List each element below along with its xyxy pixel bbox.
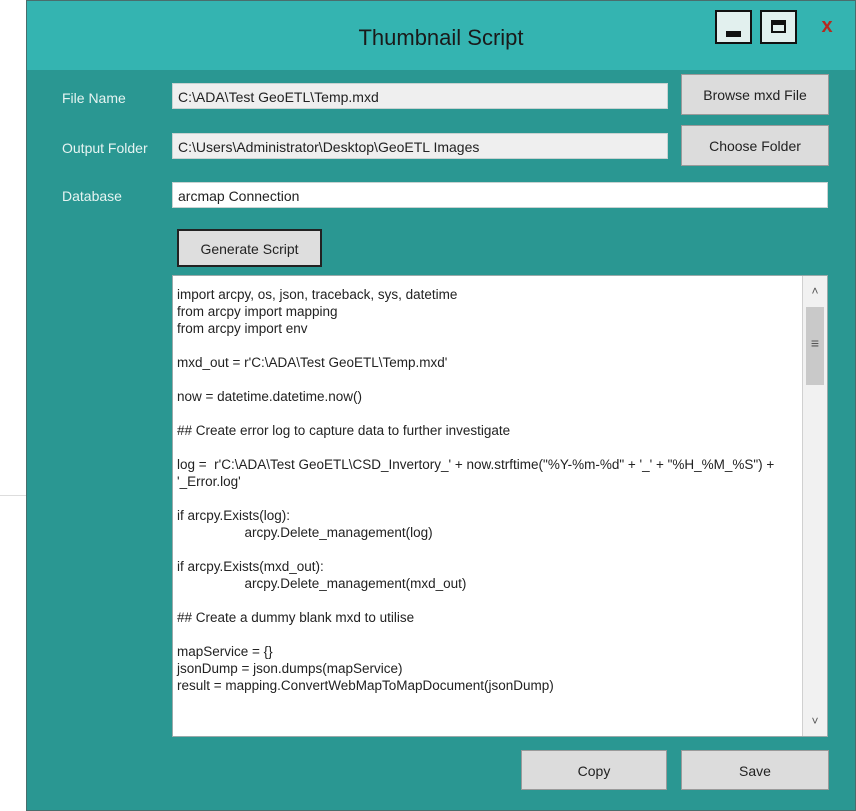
script-line bbox=[177, 626, 797, 643]
script-line bbox=[177, 541, 797, 558]
scroll-down-arrow-icon[interactable]: ˅ bbox=[803, 714, 827, 734]
generate-script-button[interactable]: Generate Script bbox=[177, 229, 322, 267]
script-line bbox=[177, 337, 797, 354]
script-textarea[interactable]: import arcpy, os, json, traceback, sys, … bbox=[172, 275, 828, 737]
vertical-scrollbar[interactable]: ˄ ≡ ˅ bbox=[802, 276, 827, 736]
script-line: from arcpy import env bbox=[177, 321, 308, 336]
minimize-icon bbox=[726, 31, 741, 37]
script-line: ## Create a dummy blank mxd to utilise bbox=[177, 610, 415, 625]
script-line: jsonDump = json.dumps(mapService) bbox=[177, 661, 403, 676]
script-text: import arcpy, os, json, traceback, sys, … bbox=[177, 286, 797, 694]
database-label: Database bbox=[62, 188, 122, 204]
script-line bbox=[177, 592, 797, 609]
file-name-field[interactable]: C:\ADA\Test GeoETL\Temp.mxd bbox=[172, 83, 668, 109]
copy-button[interactable]: Copy bbox=[521, 750, 667, 790]
desktop-background bbox=[0, 0, 26, 811]
script-line: ## Create error log to capture data to f… bbox=[177, 423, 511, 438]
thumbnail-script-window: Thumbnail Script x File Name C:\ADA\Test… bbox=[26, 0, 856, 811]
database-field[interactable]: arcmap Connection bbox=[172, 182, 828, 208]
script-line bbox=[177, 405, 797, 422]
scrollbar-thumb[interactable]: ≡ bbox=[806, 307, 824, 385]
script-line: mapService = {} bbox=[177, 644, 273, 659]
script-line: arcpy.Delete_management(log) bbox=[177, 525, 433, 540]
script-line bbox=[177, 371, 797, 388]
scroll-up-arrow-icon[interactable]: ˄ bbox=[803, 284, 827, 304]
choose-folder-button[interactable]: Choose Folder bbox=[681, 125, 829, 166]
script-line: log = r'C:\ADA\Test GeoETL\CSD_Invertory… bbox=[177, 457, 779, 489]
output-folder-field[interactable]: C:\Users\Administrator\Desktop\GeoETL Im… bbox=[172, 133, 668, 159]
script-line: result = mapping.ConvertWebMapToMapDocum… bbox=[177, 678, 554, 693]
script-line: if arcpy.Exists(mxd_out): bbox=[177, 559, 324, 574]
script-line: from arcpy import mapping bbox=[177, 304, 338, 319]
desktop-divider bbox=[0, 495, 26, 496]
maximize-icon bbox=[771, 20, 786, 33]
maximize-button[interactable] bbox=[760, 10, 797, 44]
close-button[interactable]: x bbox=[801, 10, 853, 44]
script-line bbox=[177, 439, 797, 456]
close-icon: x bbox=[821, 15, 833, 37]
script-line: if arcpy.Exists(log): bbox=[177, 508, 291, 523]
script-line: import arcpy, os, json, traceback, sys, … bbox=[177, 287, 458, 302]
script-line: now = datetime.datetime.now() bbox=[177, 389, 362, 404]
file-name-label: File Name bbox=[62, 90, 126, 106]
script-line: arcpy.Delete_management(mxd_out) bbox=[177, 576, 467, 591]
save-button[interactable]: Save bbox=[681, 750, 829, 790]
minimize-button[interactable] bbox=[715, 10, 752, 44]
output-folder-label: Output Folder bbox=[62, 140, 148, 156]
scroll-grip-icon: ≡ bbox=[810, 335, 820, 351]
script-line: mxd_out = r'C:\ADA\Test GeoETL\Temp.mxd' bbox=[177, 355, 448, 370]
title-bar[interactable]: Thumbnail Script x bbox=[27, 1, 855, 70]
browse-mxd-file-button[interactable]: Browse mxd File bbox=[681, 74, 829, 115]
script-line bbox=[177, 490, 797, 507]
